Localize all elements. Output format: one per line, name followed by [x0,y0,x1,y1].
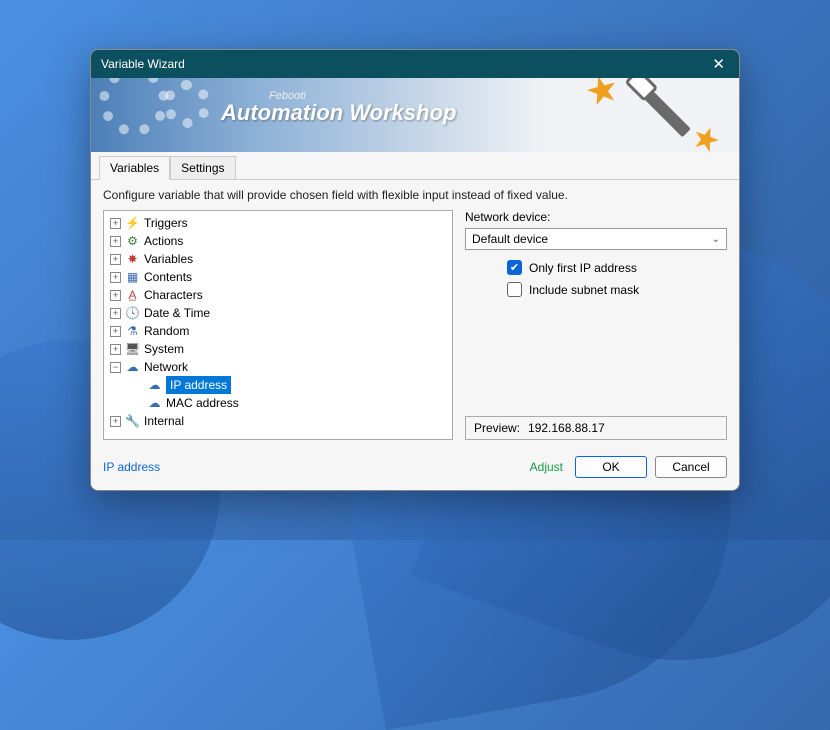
tree-item[interactable]: + 🔧Internal [108,412,450,430]
preview-box: Preview: 192.168.88.17 [465,416,727,440]
device-label: Network device: [465,210,727,224]
checkbox-icon: ✔ [507,260,522,275]
titlebar: Variable Wizard ✕ [91,50,739,78]
variable-wizard-window: Variable Wizard ✕ Febooti Automation Wor… [90,49,740,491]
tree-item-icon: ✸ [125,250,140,268]
tree-item-label: Random [144,322,189,340]
tree-item[interactable]: + ⚗Random [108,322,450,340]
device-select[interactable]: Default device ⌄ [465,228,727,250]
tree-item-label: MAC address [166,394,239,412]
tree-item[interactable]: + ⚙Actions [108,232,450,250]
chevron-down-icon: ⌄ [712,234,720,245]
tree-item-label: Network [144,358,188,376]
tree-item-label: Triggers [144,214,188,232]
only-first-ip-label: Only first IP address [529,261,637,275]
tree-item-icon: ☁ [125,358,140,376]
expand-icon[interactable]: + [110,344,121,355]
tree-item-label: IP address [166,376,231,394]
preview-value: 192.168.88.17 [528,421,605,435]
tree-item[interactable]: ☁MAC address [130,394,450,412]
adjust-link[interactable]: Adjust [530,460,563,474]
expand-icon[interactable]: + [110,308,121,319]
expand-icon[interactable]: + [110,416,121,427]
tree-item-icon: ⚡ [125,214,140,232]
tab-row: Variables Settings [91,152,739,180]
tree-item-icon: ☁ [147,376,162,394]
tree-item-label: Characters [144,286,203,304]
tab-settings[interactable]: Settings [170,156,235,179]
tree-item-label: Date & Time [144,304,210,322]
tree-item-icon: 🔧 [125,412,140,430]
window-title: Variable Wizard [101,57,185,71]
expand-icon[interactable]: + [110,254,121,265]
expand-icon[interactable]: + [110,218,121,229]
include-subnet-label: Include subnet mask [529,283,639,297]
preview-label: Preview: [474,421,520,435]
tree-item-icon: 🖥 [125,340,140,358]
tree-item-icon: ☁ [147,394,162,412]
tree-item[interactable]: + 🕓Date & Time [108,304,450,322]
tree-item-label: Internal [144,412,184,430]
tree-item-label: System [144,340,184,358]
banner-title: Automation Workshop [221,100,456,126]
tree-item[interactable]: ☁IP address [130,376,450,394]
tree-item-label: Contents [144,268,192,286]
tree-item-label: Variables [144,250,193,268]
category-tree[interactable]: + ⚡Triggers + ⚙Actions + ✸Variables + ▦Contents… [103,210,453,440]
footer-link[interactable]: IP address [103,460,160,474]
close-icon[interactable]: ✕ [708,55,729,73]
tree-item[interactable]: −☁Network [108,358,450,376]
tab-variables[interactable]: Variables [99,156,170,180]
tree-item[interactable]: + ▦Contents [108,268,450,286]
tree-item[interactable]: + ⚡Triggers [108,214,450,232]
hint-text: Configure variable that will provide cho… [103,188,727,202]
gear-icon [163,80,211,128]
gear-icon [99,78,169,136]
tree-item[interactable]: + A̲Characters [108,286,450,304]
ok-button[interactable]: OK [575,456,647,478]
tree-item-icon: ⚗ [125,322,140,340]
tree-item-label: Actions [144,232,183,250]
tree-item[interactable]: + ✸Variables [108,250,450,268]
content: Configure variable that will provide cho… [91,180,739,446]
expand-icon[interactable]: − [110,362,121,373]
tree-item-icon: ▦ [125,268,140,286]
tree-item-icon: 🕓 [125,304,140,322]
banner: Febooti Automation Workshop ★ ★ [91,78,739,152]
only-first-ip-checkbox[interactable]: ✔ Only first IP address [507,260,727,275]
tree-item-icon: ⚙ [125,232,140,250]
device-select-value: Default device [472,232,548,246]
options-pane: Network device: Default device ⌄ ✔ Only … [465,210,727,440]
expand-icon[interactable]: + [110,326,121,337]
tree-item[interactable]: + 🖥System [108,340,450,358]
checkbox-icon [507,282,522,297]
expand-icon[interactable]: + [110,290,121,301]
expand-icon[interactable]: + [110,272,121,283]
expand-icon[interactable]: + [110,236,121,247]
footer: IP address Adjust OK Cancel [91,446,739,490]
include-subnet-checkbox[interactable]: Include subnet mask [507,282,727,297]
cancel-button[interactable]: Cancel [655,456,727,478]
tree-item-icon: A̲ [125,286,140,304]
